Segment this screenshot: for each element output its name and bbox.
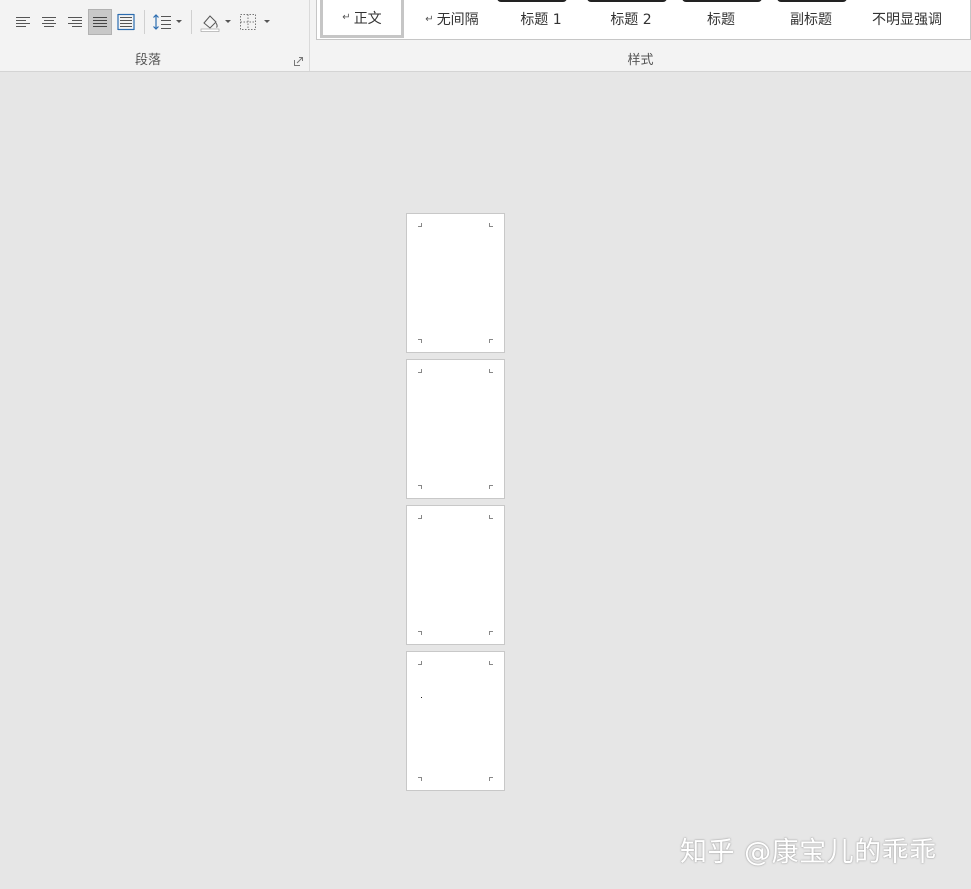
paragraph-mark-icon: ↵ [342,12,351,23]
document-page[interactable] [406,359,505,499]
style-item-no-spacing[interactable]: ↵ 无间隔 [407,0,497,38]
borders-icon [240,14,256,30]
text-cursor [421,697,422,698]
align-center-button[interactable] [37,9,61,35]
borders-button[interactable] [236,9,260,35]
style-item-subtitle[interactable]: 副标题 [767,0,855,38]
justify-button[interactable] [88,9,112,35]
paragraph-dialog-launcher-icon[interactable] [294,57,303,66]
styles-group-label: 样式 [627,53,654,68]
style-item-label: 无间隔 [436,12,479,28]
watermark: 知乎 @康宝儿的乖乖 [680,837,937,868]
style-item-label: 正文 [353,10,382,27]
document-page[interactable] [406,213,505,353]
ribbon: 段落 ↵ 正文 ↵ 无间隔 标题 1 标题 2 标题 副标题 不明显强调 样式 [0,0,971,72]
borders-dropdown-arrow[interactable] [264,20,270,23]
align-left-icon [16,17,30,27]
toolbar-separator [191,10,192,34]
shading-icon [200,15,220,32]
paragraph-group: 段落 [0,0,310,71]
align-center-icon [42,17,56,27]
style-item-label: 标题 2 [610,12,652,28]
style-item-title[interactable]: 标题 [677,0,765,38]
style-item-subtle-emphasis[interactable]: 不明显强调 [857,0,957,38]
line-spacing-button[interactable] [150,9,174,35]
align-right-icon [68,17,82,27]
style-item-label: 标题 1 [520,12,562,28]
line-spacing-dropdown-arrow[interactable] [176,20,182,23]
distributed-icon [117,13,135,31]
styles-group: ↵ 正文 ↵ 无间隔 标题 1 标题 2 标题 副标题 不明显强调 样式 [310,0,971,71]
align-right-button[interactable] [63,9,87,35]
style-item-label: 标题 [707,12,735,28]
shading-button[interactable] [198,9,222,35]
paragraph-group-label: 段落 [134,53,161,68]
shading-dropdown-arrow[interactable] [225,20,231,23]
document-page[interactable] [406,505,505,645]
styles-gallery: ↵ 正文 ↵ 无间隔 标题 1 标题 2 标题 副标题 不明显强调 [316,0,971,40]
style-item-heading-2[interactable]: 标题 2 [587,0,675,38]
style-item-heading-1[interactable]: 标题 1 [497,0,585,38]
style-item-label: 副标题 [790,12,832,28]
document-page[interactable] [406,651,505,791]
style-item-label: 不明显强调 [872,12,942,28]
justify-icon [93,17,107,27]
line-spacing-icon [153,14,171,30]
style-item-normal[interactable]: ↵ 正文 [320,0,404,38]
paragraph-mark-icon: ↵ [425,13,434,25]
align-left-button[interactable] [11,9,35,35]
toolbar-separator [144,10,145,34]
distributed-button[interactable] [114,9,138,35]
